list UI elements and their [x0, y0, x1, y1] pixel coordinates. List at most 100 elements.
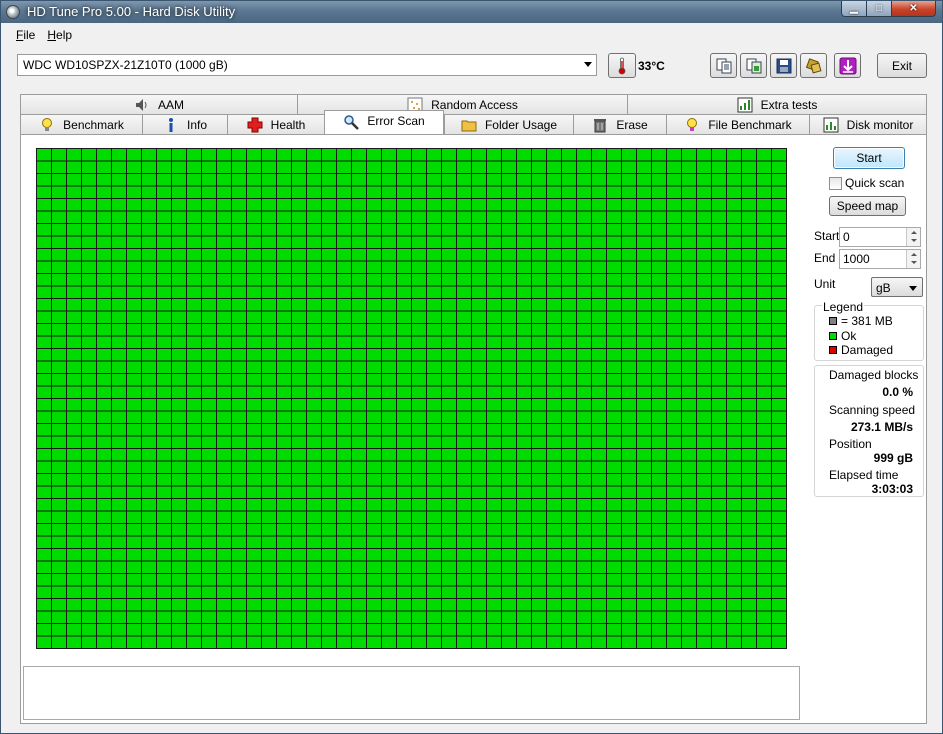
- tab-erase[interactable]: Erase: [573, 114, 666, 134]
- spin-arrows-icon[interactable]: [906, 228, 920, 246]
- unit-select[interactable]: gB: [871, 277, 923, 297]
- quick-scan-option[interactable]: Quick scan: [829, 176, 904, 190]
- download-button[interactable]: [834, 53, 861, 78]
- tab-health[interactable]: Health: [227, 114, 324, 134]
- tab-health-label: Health: [270, 117, 306, 132]
- start-field-label: Start: [814, 229, 840, 243]
- error-scan-block-grid: [36, 148, 787, 649]
- tab-benchmark[interactable]: Benchmark: [20, 114, 142, 134]
- end-spinbox-value: 1000: [843, 252, 870, 266]
- legend-item-block-size: = 381 MB: [829, 314, 893, 328]
- legend-item-label: Ok: [841, 329, 857, 343]
- tab-info[interactable]: Info: [142, 114, 227, 134]
- options-icon: [805, 57, 822, 74]
- tab-row-bottom: Benchmark Info Health Error Scan Folder …: [20, 110, 927, 134]
- thermometer-icon: [618, 57, 626, 74]
- close-icon: ✕: [909, 2, 918, 14]
- elapsed-time-label: Elapsed time: [829, 468, 899, 482]
- tab-random-access-label: Random Access: [431, 97, 518, 112]
- unit-label: Unit: [814, 277, 836, 291]
- scan-stats-box: Damaged blocks 0.0 % Scanning speed 273.…: [814, 365, 924, 497]
- legend-item-damaged: Damaged: [829, 343, 893, 357]
- legend-swatch-red: [829, 346, 837, 354]
- tab-aam[interactable]: AAM: [20, 94, 297, 114]
- damaged-blocks-label: Damaged blocks: [829, 368, 919, 382]
- tab-error-scan[interactable]: Error Scan: [324, 110, 444, 134]
- save-button[interactable]: [770, 53, 797, 78]
- disk-monitor-icon: [823, 117, 839, 132]
- speed-map-button[interactable]: Speed map: [829, 196, 906, 216]
- menu-help[interactable]: Help: [41, 24, 78, 45]
- scanning-speed-label: Scanning speed: [829, 403, 916, 417]
- folder-icon: [461, 120, 477, 131]
- legend-title: Legend: [822, 300, 865, 314]
- quick-scan-label: Quick scan: [845, 176, 905, 190]
- menu-file[interactable]: File: [10, 24, 41, 45]
- scanning-speed-value: 273.1 MB/s: [850, 420, 913, 434]
- tab-disk-monitor[interactable]: Disk monitor: [809, 114, 927, 134]
- magnifier-icon: [344, 115, 360, 130]
- scan-log-box[interactable]: [23, 666, 800, 720]
- legend-swatch-gray: [829, 317, 837, 325]
- copy-text-icon: [716, 58, 731, 73]
- end-spinbox[interactable]: 1000: [839, 249, 921, 269]
- options-button[interactable]: [800, 53, 827, 78]
- tab-info-label: Info: [186, 117, 207, 132]
- window-title: HD Tune Pro 5.00 - Hard Disk Utility: [27, 4, 236, 19]
- tab-row-top: AAM Random Access Extra tests: [20, 94, 927, 114]
- chevron-down-icon: [584, 62, 592, 67]
- close-button[interactable]: ✕: [892, 1, 936, 17]
- legend-item-label: = 381 MB: [841, 314, 893, 328]
- legend-item-label: Damaged: [841, 343, 894, 357]
- caption-buttons: ▁ □ ✕: [841, 1, 936, 17]
- minimize-button[interactable]: ▁: [841, 1, 867, 17]
- info-icon: [168, 117, 173, 132]
- trash-icon: [594, 118, 607, 132]
- file-benchmark-icon: [687, 117, 698, 131]
- end-field-label: End: [814, 251, 836, 265]
- save-icon: [776, 58, 791, 73]
- speaker-icon: [135, 98, 147, 111]
- tab-folder-usage[interactable]: Folder Usage: [444, 114, 573, 134]
- spin-arrows-icon[interactable]: [906, 250, 920, 268]
- tab-folder-usage-label: Folder Usage: [484, 117, 558, 132]
- tab-benchmark-label: Benchmark: [63, 117, 124, 132]
- drive-select[interactable]: WDC WD10SPZX-21Z10T0 (1000 gB): [17, 54, 597, 76]
- maximize-button[interactable]: □: [867, 1, 892, 17]
- tab-error-scan-label: Error Scan: [367, 114, 425, 128]
- tab-extra-tests[interactable]: Extra tests: [627, 94, 927, 114]
- drive-select-value: WDC WD10SPZX-21Z10T0 (1000 gB): [23, 58, 228, 72]
- copy-text-button[interactable]: [710, 53, 737, 78]
- temperature-readout: 33°C: [638, 59, 665, 73]
- legend-item-ok: Ok: [829, 329, 856, 343]
- exit-button[interactable]: Exit: [877, 53, 927, 78]
- tab-disk-monitor-label: Disk monitor: [846, 117, 914, 132]
- app-disk-icon: [6, 5, 20, 19]
- tab-file-benchmark[interactable]: File Benchmark: [666, 114, 809, 134]
- position-label: Position: [829, 437, 872, 451]
- legend-box: Legend = 381 MB Ok Damaged: [814, 300, 924, 361]
- lightbulb-icon: [42, 117, 53, 131]
- maximize-icon: □: [875, 2, 883, 14]
- download-icon: [839, 57, 856, 74]
- legend-swatch-green: [829, 332, 837, 340]
- temperature-button[interactable]: [608, 53, 636, 78]
- health-cross-icon: [247, 117, 263, 132]
- chevron-down-icon: [909, 286, 917, 291]
- minimize-icon: ▁: [850, 2, 858, 14]
- copy-screenshot-icon: [746, 58, 761, 73]
- title-bar: HD Tune Pro 5.00 - Hard Disk Utility ▁ □…: [1, 1, 942, 23]
- quick-scan-checkbox[interactable]: [829, 176, 842, 190]
- tab-file-benchmark-label: File Benchmark: [708, 117, 792, 132]
- start-button[interactable]: Start: [833, 147, 905, 169]
- copy-screenshot-button[interactable]: [740, 53, 767, 78]
- tab-extra-tests-label: Extra tests: [760, 97, 818, 112]
- elapsed-time-value: 3:03:03: [871, 482, 913, 496]
- start-spinbox[interactable]: 0: [839, 227, 921, 247]
- damaged-blocks-value: 0.0 %: [882, 385, 913, 399]
- extra-tests-icon: [737, 97, 753, 112]
- menu-bar: File Help: [2, 24, 941, 45]
- position-value: 999 gB: [873, 451, 913, 465]
- unit-select-value: gB: [876, 281, 891, 295]
- start-spinbox-value: 0: [843, 230, 850, 244]
